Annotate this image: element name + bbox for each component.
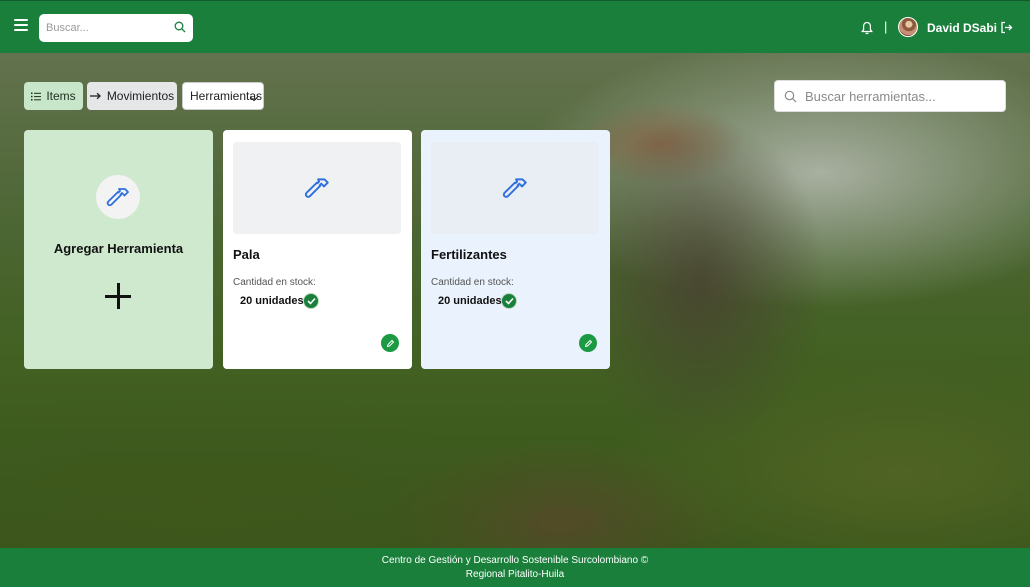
- movimientos-button[interactable]: Movimientos: [87, 82, 177, 110]
- footer-line-2: Regional Pitalito-Huila: [465, 569, 565, 580]
- bell-icon[interactable]: [861, 21, 873, 35]
- tool-name: Pala: [233, 247, 260, 262]
- pencil-icon: [386, 339, 394, 347]
- plus-icon: [105, 283, 131, 309]
- list-icon: [31, 92, 42, 100]
- username[interactable]: David DSabi: [927, 21, 997, 35]
- tool-card[interactable]: Fertilizantes Cantidad en stock: 20 unid…: [421, 130, 610, 369]
- header-search: [39, 14, 193, 42]
- stock-value: 20 unidades: [240, 295, 304, 307]
- hammer-icon: [106, 188, 129, 207]
- hammer-icon: [304, 178, 329, 198]
- items-button-label: Items: [46, 89, 76, 103]
- stock-label: Cantidad en stock:: [431, 277, 514, 288]
- pencil-icon: [584, 339, 592, 347]
- stock-label: Cantidad en stock:: [233, 277, 316, 288]
- check-icon: [501, 293, 517, 309]
- top-navbar: | David DSabi: [0, 0, 1030, 53]
- tools-search-input[interactable]: [805, 88, 995, 104]
- edit-button[interactable]: [579, 334, 597, 352]
- search-icon[interactable]: [174, 21, 186, 33]
- search-icon: [784, 90, 797, 103]
- check-icon: [303, 293, 319, 309]
- add-tool-card[interactable]: Agregar Herramienta: [24, 130, 213, 369]
- tool-name: Fertilizantes: [431, 247, 507, 262]
- movimientos-button-label: Movimientos: [106, 89, 175, 103]
- stock-value: 20 unidades: [438, 295, 502, 307]
- tool-image-placeholder: [431, 142, 599, 234]
- hammer-icon-container: [96, 175, 140, 219]
- tool-image-placeholder: [233, 142, 401, 234]
- hammer-icon: [502, 178, 527, 198]
- add-tool-title: Agregar Herramienta: [53, 241, 184, 256]
- items-button[interactable]: Items: [24, 82, 83, 110]
- footer-line-1: Centro de Gestión y Desarrollo Sostenibl…: [381, 555, 649, 566]
- header-separator: |: [884, 19, 888, 34]
- category-select[interactable]: Herramientas: [182, 82, 264, 110]
- footer: Centro de Gestión y Desarrollo Sostenibl…: [0, 548, 1030, 587]
- logout-icon[interactable]: [1000, 21, 1013, 34]
- arrow-right-icon: [89, 92, 101, 100]
- tools-search: [774, 80, 1006, 112]
- header-search-input[interactable]: [46, 22, 166, 34]
- avatar[interactable]: [898, 17, 918, 37]
- tool-card[interactable]: Pala Cantidad en stock: 20 unidades: [223, 130, 412, 369]
- edit-button[interactable]: [381, 334, 399, 352]
- menu-icon[interactable]: [14, 19, 28, 33]
